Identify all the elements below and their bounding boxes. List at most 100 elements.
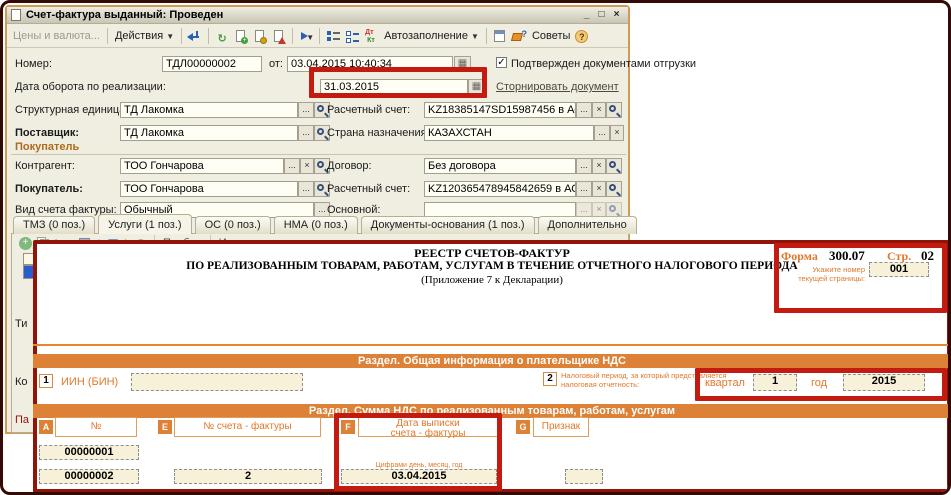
column-header-num: № xyxy=(55,417,137,437)
select-icon[interactable]: ... xyxy=(576,181,592,197)
unpost-icon[interactable] xyxy=(271,29,287,44)
price-type-label-fragment: Ти xyxy=(15,318,27,330)
clear-icon[interactable]: × xyxy=(592,181,606,197)
post-icon[interactable] xyxy=(252,29,268,44)
supplier-input[interactable]: ТД Лакомка xyxy=(120,125,298,141)
select-icon[interactable]: ... xyxy=(576,158,592,174)
iin-input[interactable] xyxy=(131,373,303,391)
main-account-label: Основной: xyxy=(327,204,381,216)
clear-icon[interactable]: × xyxy=(592,102,606,118)
highlight-quarter-year xyxy=(695,368,947,401)
screenshot-frame: Счет-фактура выданный: Проведен _ □ × Це… xyxy=(0,0,951,495)
close-button[interactable]: × xyxy=(609,9,624,22)
number-label: Номер: xyxy=(15,58,52,70)
structure-icon[interactable] xyxy=(325,29,341,44)
tab-additional[interactable]: Дополнительно xyxy=(538,216,637,234)
separator xyxy=(319,28,320,44)
country-label: Страна назначения: xyxy=(327,127,430,139)
buyer-section-header: Покупатель xyxy=(15,141,79,153)
go-to-icon[interactable]: ▼ xyxy=(298,29,314,44)
period-hint-line2: налоговая отчетность: xyxy=(561,380,639,389)
turnover-date-label: Дата оборота по реализации: xyxy=(15,81,166,93)
tips-button[interactable]: Советы xyxy=(530,29,572,43)
tab-strip: ТМЗ (0 поз.) Услуги (1 поз.) ОС (0 поз.)… xyxy=(13,216,637,234)
section-divider xyxy=(11,154,626,155)
clear-icon[interactable]: × xyxy=(300,158,314,174)
separator xyxy=(292,28,293,44)
highlight-turnover-date xyxy=(309,67,487,98)
window-document-icon xyxy=(11,9,21,21)
account1-label: Расчетный счет: xyxy=(327,104,410,116)
cell-1-number: 1 xyxy=(39,374,53,388)
confirmed-checkbox[interactable]: ✓ xyxy=(496,57,507,68)
iin-label: ИИН (БИН) xyxy=(61,376,118,388)
minimize-button[interactable]: _ xyxy=(579,9,594,22)
select-icon[interactable]: ... xyxy=(594,125,610,141)
help-icon[interactable]: ? xyxy=(575,30,588,43)
tips-book-icon[interactable]: ? xyxy=(511,29,527,44)
clear-icon[interactable]: × xyxy=(610,125,624,141)
confirmed-label: Подтвержден документами отгрузки xyxy=(511,58,696,70)
tab-uslugi[interactable]: Услуги (1 поз.) xyxy=(98,214,191,234)
clear-icon[interactable]: × xyxy=(592,158,606,174)
select-icon[interactable]: ... xyxy=(284,158,300,174)
contract-input[interactable]: Без договора xyxy=(424,158,576,174)
actions-menu-button[interactable]: Действия ▼ xyxy=(113,29,176,43)
tab-os[interactable]: ОС (0 поз.) xyxy=(195,216,271,234)
from-label: от: xyxy=(269,58,283,70)
magnifier-icon[interactable] xyxy=(606,158,622,174)
separator xyxy=(181,28,182,44)
separator xyxy=(208,28,209,44)
window-title: Счет-фактура выданный: Проведен xyxy=(26,9,223,21)
account2-input[interactable]: KZ120365478945842659 в АО "АТФБ xyxy=(424,181,576,197)
column-letter-g: G xyxy=(516,420,530,434)
country-input[interactable]: КАЗАХСТАН xyxy=(424,125,594,141)
column-letter-a: A xyxy=(39,420,53,434)
maximize-button[interactable]: □ xyxy=(594,9,609,22)
add-icon[interactable]: + xyxy=(19,237,32,250)
magnifier-icon[interactable] xyxy=(606,102,622,118)
cell-2-number: 2 xyxy=(543,372,557,386)
highlight-date-column xyxy=(334,413,502,491)
magnifier-icon[interactable] xyxy=(606,181,622,197)
dt-kt-icon[interactable]: ДтКт xyxy=(363,29,379,44)
post-and-close-icon[interactable] xyxy=(187,29,203,44)
account1-input[interactable]: KZ18385147SD15987456 в АО "Бан xyxy=(424,102,576,118)
row2-invoice-cell[interactable]: 2 xyxy=(174,469,322,484)
bottom-label-fragment: Па xyxy=(15,414,29,426)
refresh-icon[interactable]: ↻ xyxy=(214,29,230,44)
buyer-label: Покупатель: xyxy=(15,183,83,195)
select-icon[interactable]: ... xyxy=(298,181,314,197)
section1-band: Раздел. Общая информация о плательщике Н… xyxy=(33,354,951,368)
table-settings-icon[interactable] xyxy=(492,29,508,44)
column-header-invoice: № счета - фактуры xyxy=(174,417,321,437)
row1-number-cell[interactable]: 00000001 xyxy=(39,445,139,460)
prices-currency-button[interactable]: Цены и валюта... xyxy=(11,29,102,43)
row2-flag-cell[interactable] xyxy=(565,469,603,484)
unit-input[interactable]: ТД Лакомка xyxy=(120,102,298,118)
tab-tmz[interactable]: ТМЗ (0 поз.) xyxy=(13,216,95,234)
supplier-label: Поставщик: xyxy=(15,127,79,139)
select-icon[interactable]: ... xyxy=(298,102,314,118)
select-icon[interactable]: ... xyxy=(298,125,314,141)
storno-link[interactable]: Сторнировать документ xyxy=(496,81,619,93)
select-icon[interactable]: ... xyxy=(576,102,592,118)
account2-label: Расчетный счет: xyxy=(327,183,410,195)
contragent-input[interactable]: ТОО Гончарова xyxy=(120,158,284,174)
movements-icon[interactable] xyxy=(344,29,360,44)
tab-nma[interactable]: НМА (0 поз.) xyxy=(274,216,358,234)
separator xyxy=(107,28,108,44)
number-input[interactable]: ТДЛ00000002 xyxy=(162,56,262,72)
autofill-menu-button[interactable]: Автозаполнение ▼ xyxy=(382,29,481,43)
contragent-label: Контрагент: xyxy=(15,160,75,172)
column-letter-e: E xyxy=(158,420,172,434)
title-bar[interactable]: Счет-фактура выданный: Проведен _ □ × xyxy=(7,7,628,24)
copy-icon[interactable]: + xyxy=(233,29,249,44)
row2-number-cell[interactable]: 00000002 xyxy=(39,469,139,484)
column-header-flag: Признак xyxy=(533,417,589,437)
unit-label: Структурная единица: xyxy=(15,104,128,116)
buyer-input[interactable]: ТОО Гончарова xyxy=(120,181,298,197)
main-toolbar: Цены и валюта... Действия ▼ ↻ + ▼ ДтКт А… xyxy=(7,25,628,48)
tab-documents[interactable]: Документы-основания (1 поз.) xyxy=(361,216,535,234)
comment-label-fragment: Ко xyxy=(15,376,28,388)
